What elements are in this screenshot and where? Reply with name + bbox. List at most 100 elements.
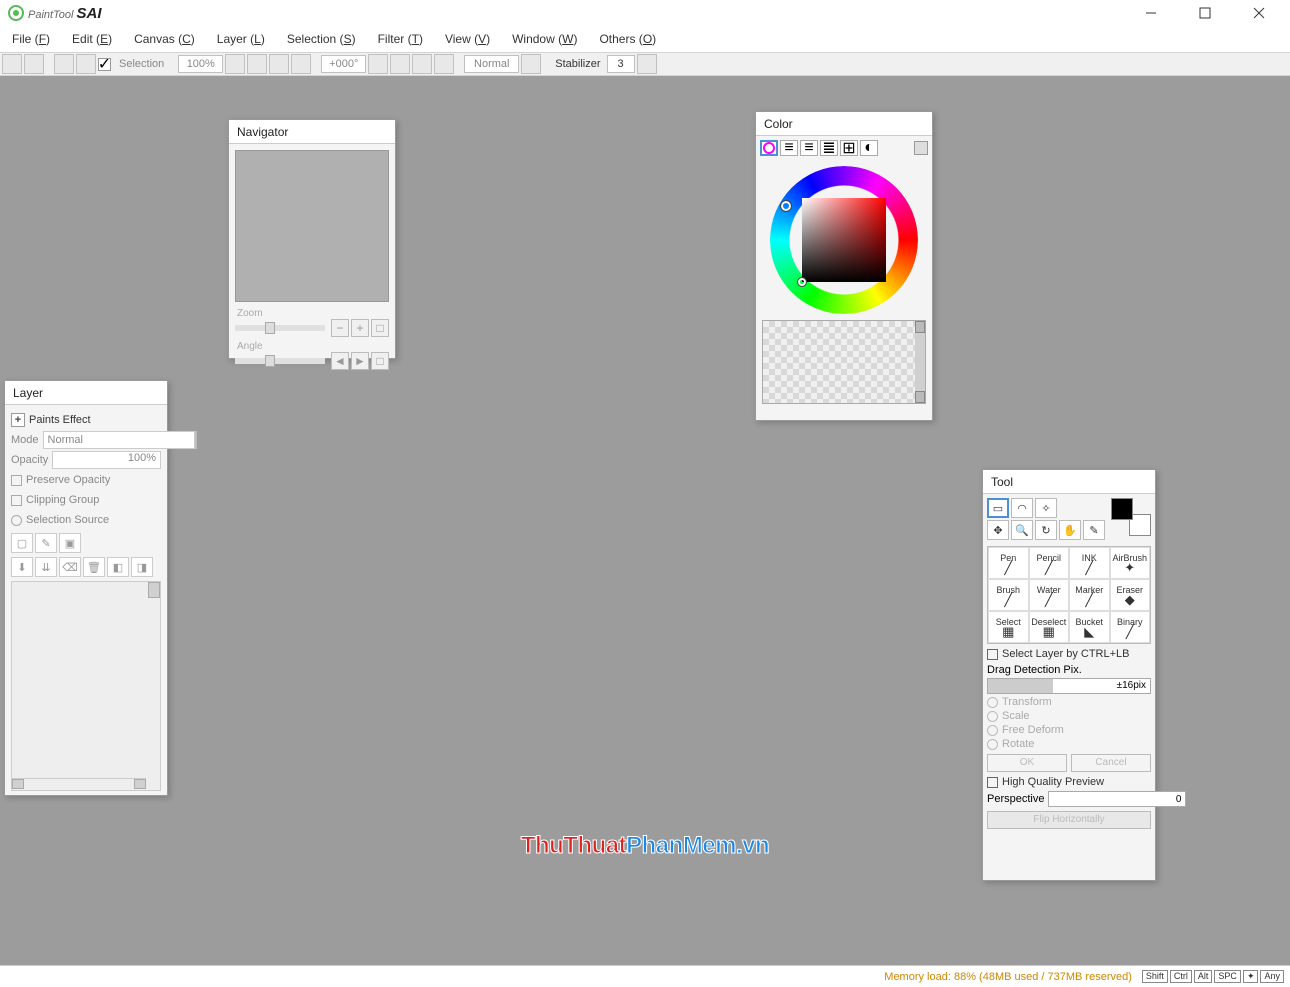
navigator-rotate-cw-button[interactable]: ► [351,352,369,370]
layer-merge-button[interactable]: ⇊ [35,557,57,577]
sv-box[interactable] [802,198,886,282]
brush-pen[interactable]: Pen╱ [988,547,1029,579]
brush-airbrush[interactable]: AirBrush✦ [1110,547,1151,579]
menu-filter[interactable]: Filter (T) [378,32,423,46]
brush-water[interactable]: Water╱ [1029,579,1070,611]
layer-new-folder-button[interactable]: ▣ [59,533,81,553]
tool-zoom[interactable]: 🔍 [1011,520,1033,540]
navigator-preview[interactable] [235,150,389,302]
toolbar-blend-input[interactable] [464,55,519,73]
cancel-button[interactable]: Cancel [1071,754,1151,772]
color-tab-rgb[interactable]: ≡ [780,140,798,156]
sv-cursor-icon[interactable] [798,278,806,286]
free-deform-radio[interactable] [987,725,998,736]
color-panel[interactable]: Color ≡ ≡ ≣ ⊞ ◐ [755,111,933,421]
color-tab-hsv[interactable]: ≡ [800,140,818,156]
toolbar-stabilizer-input[interactable] [607,55,635,73]
hue-cursor-icon[interactable] [781,201,791,211]
tool-move[interactable]: ✥ [987,520,1009,540]
tool-eyedropper[interactable]: ✎ [1083,520,1105,540]
navigator-rotate-reset-button[interactable]: □ [371,352,389,370]
brush-marker[interactable]: Marker╱ [1069,579,1110,611]
layer-paints-effect-expand[interactable]: + [11,413,25,427]
layer-mode-input[interactable] [43,431,195,449]
tool-lasso[interactable]: ◠ [1011,498,1033,518]
layer-clear-button[interactable]: ⌫ [59,557,81,577]
tool-rotate[interactable]: ↻ [1035,520,1057,540]
toolbar-zoom-out-button[interactable] [225,54,245,74]
flip-horizontally-button[interactable]: Flip Horizontally [987,811,1151,829]
toolbar-zoom-reset-button[interactable] [291,54,311,74]
rotate-radio[interactable] [987,739,998,750]
toolbar-rotate-ccw-button[interactable] [368,54,388,74]
tool-hand[interactable]: ✋ [1059,520,1081,540]
toolbar-stabilizer-dropdown[interactable] [637,54,657,74]
window-minimize-button[interactable] [1136,3,1166,23]
layer-delete-button[interactable]: 🗑 [83,557,105,577]
color-tab-swatches[interactable]: ⊞ [840,140,858,156]
swatches-scroll-down[interactable] [915,391,925,403]
layer-new-linework-button[interactable]: ✎ [35,533,57,553]
toolbar-undo-button[interactable] [2,54,22,74]
perspective-input[interactable] [1048,791,1186,807]
layer-list[interactable] [11,581,161,791]
navigator-rotate-ccw-button[interactable]: ◄ [331,352,349,370]
color-tab-scratchpad[interactable]: ◐ [860,140,878,156]
navigator-panel[interactable]: Navigator Zoom − + □ Angle ◄ ► □ [228,119,396,359]
toolbar-show-selection-checkbox[interactable]: ✓ [98,58,111,71]
menu-canvas[interactable]: Canvas (C) [134,32,195,46]
layer-opacity-value[interactable]: 100% [52,451,161,469]
navigator-zoom-slider[interactable] [235,325,325,331]
toolbar-rotate-reset-button[interactable] [412,54,432,74]
navigator-zoom-out-button[interactable]: − [331,319,349,337]
toolbar-blend-dropdown[interactable] [521,54,541,74]
toolbar-rotate-cw-button[interactable] [390,54,410,74]
brush-pencil[interactable]: Pencil╱ [1029,547,1070,579]
toolbar-zoom-input[interactable] [178,55,223,73]
layer-transfer-button[interactable]: ⬇ [11,557,33,577]
fg-color-swatch[interactable] [1111,498,1133,520]
brush-binary[interactable]: Binary╱ [1110,611,1151,643]
color-tab-mixer[interactable]: ≣ [820,140,838,156]
layer-list-scrollbar-h[interactable] [12,778,146,790]
layer-mode-dropdown[interactable] [195,431,197,449]
transform-radio[interactable] [987,697,998,708]
scale-radio[interactable] [987,711,998,722]
drag-detection-slider[interactable]: ±16pix [987,678,1151,694]
brush-ink[interactable]: INK╱ [1069,547,1110,579]
toolbar-zoom-fit-button[interactable] [269,54,289,74]
navigator-zoom-in-button[interactable]: + [351,319,369,337]
layer-preserve-opacity-checkbox[interactable] [11,475,22,486]
layer-selection-source-radio[interactable] [11,515,22,526]
toolbar-redo-button[interactable] [24,54,44,74]
layer-list-scrollbar-v[interactable] [148,582,160,598]
layer-apply-mask-button[interactable]: ◨ [131,557,153,577]
hq-preview-checkbox[interactable] [987,777,998,788]
layer-panel[interactable]: Layer +Paints Effect Mode Opacity 100% P… [4,380,168,796]
toolbar-deselect-button[interactable] [54,54,74,74]
toolbar-flip-button[interactable] [434,54,454,74]
toolbar-angle-input[interactable] [321,55,366,73]
layer-new-button[interactable]: ▢ [11,533,33,553]
scrollbar-right-button[interactable] [134,779,146,789]
tool-rect-select[interactable]: ▭ [987,498,1009,518]
ok-button[interactable]: OK [987,754,1067,772]
layer-clipping-group-checkbox[interactable] [11,495,22,506]
tool-magic-wand[interactable]: ✧ [1035,498,1057,518]
brush-eraser[interactable]: Eraser◆ [1110,579,1151,611]
window-close-button[interactable] [1244,3,1274,23]
window-maximize-button[interactable] [1190,3,1220,23]
menu-file[interactable]: File (F) [12,32,50,46]
menu-layer[interactable]: Layer (L) [217,32,265,46]
toolbar-invert-button[interactable] [76,54,96,74]
color-tab-wheel[interactable] [760,140,778,156]
swatches-scroll-up[interactable] [915,321,925,333]
brush-select[interactable]: Select▦ [988,611,1029,643]
menu-selection[interactable]: Selection (S) [287,32,356,46]
brush-brush[interactable]: Brush╱ [988,579,1029,611]
brush-deselect[interactable]: Deselect▦ [1029,611,1070,643]
navigator-zoom-reset-button[interactable]: □ [371,319,389,337]
fg-bg-colors[interactable] [1111,498,1151,536]
color-panel-menu[interactable] [914,141,928,155]
menu-window[interactable]: Window (W) [512,32,577,46]
